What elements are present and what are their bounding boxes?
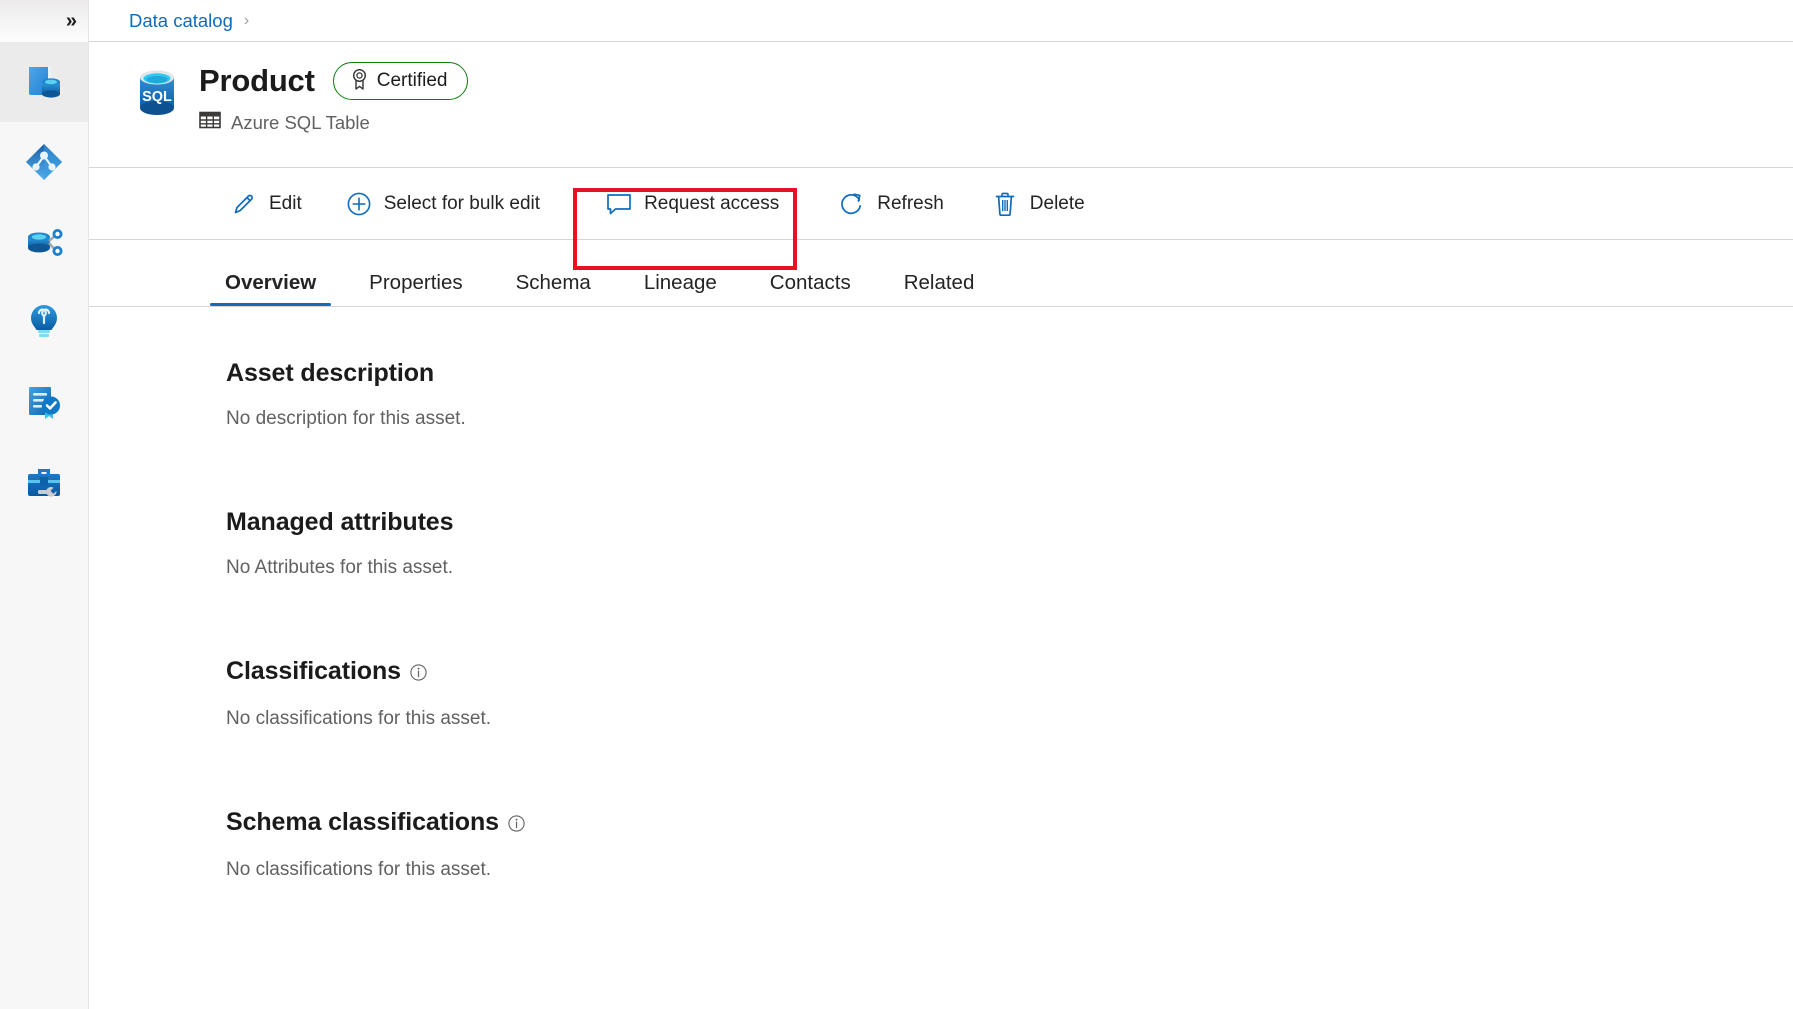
managed-attributes-title: Managed attributes xyxy=(226,508,1793,537)
toolbox-wrench-icon xyxy=(22,460,66,504)
pencil-icon xyxy=(231,191,257,217)
schema-classifications-title-label: Schema classifications xyxy=(226,808,499,837)
schema-classifications-body: No classifications for this asset. xyxy=(226,859,1793,881)
request-access-button[interactable]: Request access xyxy=(590,180,795,228)
rail-item-data-policy[interactable] xyxy=(0,282,88,362)
asset-description-title: Asset description xyxy=(226,359,1793,388)
tab-overview[interactable]: Overview xyxy=(210,273,331,307)
data-map-diamond-icon xyxy=(22,140,66,184)
certificate-document-icon xyxy=(22,380,66,424)
request-access-label: Request access xyxy=(644,193,779,215)
command-bar: Edit Select for bulk edit xyxy=(89,168,1793,240)
tab-contacts-label: Contacts xyxy=(770,271,851,294)
asset-description-body: No description for this asset. xyxy=(226,408,1793,430)
rail-item-data-catalog[interactable] xyxy=(0,42,88,122)
certified-label: Certified xyxy=(377,70,448,92)
tab-related-label: Related xyxy=(904,271,975,294)
rail-item-data-map[interactable] xyxy=(0,122,88,202)
status-badge-certified: Certified xyxy=(333,62,469,100)
rail-item-data-estate-insights[interactable] xyxy=(0,202,88,282)
asset-title-row: Product Certified xyxy=(199,62,468,100)
delete-button[interactable]: Delete xyxy=(976,180,1101,228)
tab-schema-label: Schema xyxy=(516,271,591,294)
table-grid-icon xyxy=(199,110,221,135)
database-share-icon xyxy=(22,220,66,264)
ribbon-award-icon xyxy=(350,68,369,95)
tab-overview-label: Overview xyxy=(225,271,316,294)
asset-description-title-label: Asset description xyxy=(226,359,434,388)
select-for-bulk-edit-label: Select for bulk edit xyxy=(384,193,540,215)
select-for-bulk-edit-button[interactable]: Select for bulk edit xyxy=(330,180,556,228)
asset-tabs: Overview Properties Schema Lineage Conta… xyxy=(89,240,1793,306)
comment-icon xyxy=(606,191,632,217)
lightbulb-key-icon xyxy=(22,300,66,344)
managed-attributes-title-label: Managed attributes xyxy=(226,508,453,537)
refresh-icon xyxy=(839,191,865,217)
tab-lineage-label: Lineage xyxy=(644,271,717,294)
plus-circle-icon xyxy=(346,191,372,217)
overview-content: Asset description No description for thi… xyxy=(89,307,1793,1009)
info-circle-icon[interactable] xyxy=(410,659,427,688)
breadcrumb: Data catalog › xyxy=(89,0,1793,42)
section-asset-description: Asset description No description for thi… xyxy=(89,359,1793,430)
expand-nav-icon[interactable]: » xyxy=(66,11,75,31)
edit-label: Edit xyxy=(269,193,302,215)
tab-contacts[interactable]: Contacts xyxy=(755,273,866,307)
delete-label: Delete xyxy=(1030,193,1085,215)
classifications-title: Classifications xyxy=(226,657,1793,688)
rail-header: » xyxy=(0,0,88,42)
main-panel: Data catalog › SQL xyxy=(89,0,1793,1009)
tab-properties-label: Properties xyxy=(369,271,462,294)
left-nav-rail: » xyxy=(0,0,89,1009)
edit-button[interactable]: Edit xyxy=(215,180,318,228)
tab-schema[interactable]: Schema xyxy=(501,273,606,307)
rail-item-data-sharing[interactable] xyxy=(0,362,88,442)
app-root: » xyxy=(0,0,1793,1009)
tab-lineage[interactable]: Lineage xyxy=(629,273,732,307)
svg-text:SQL: SQL xyxy=(142,89,172,105)
section-managed-attributes: Managed attributes No Attributes for thi… xyxy=(89,508,1793,579)
asset-meta: Product Certified xyxy=(199,62,468,135)
breadcrumb-item-data-catalog[interactable]: Data catalog xyxy=(129,10,233,32)
info-circle-icon[interactable] xyxy=(508,810,525,839)
classifications-title-label: Classifications xyxy=(226,657,401,686)
refresh-label: Refresh xyxy=(877,193,944,215)
chevron-right-icon: › xyxy=(244,13,249,29)
azure-sql-database-icon: SQL xyxy=(133,64,181,122)
section-classifications: Classifications No classifications for t… xyxy=(89,657,1793,730)
asset-type-row: Azure SQL Table xyxy=(199,110,468,135)
schema-classifications-title: Schema classifications xyxy=(226,808,1793,839)
rail-item-management[interactable] xyxy=(0,442,88,522)
section-schema-classifications: Schema classifications No classification… xyxy=(89,808,1793,881)
asset-type-label: Azure SQL Table xyxy=(231,112,370,134)
classifications-body: No classifications for this asset. xyxy=(226,708,1793,730)
book-database-icon xyxy=(22,60,66,104)
tab-properties[interactable]: Properties xyxy=(354,273,477,307)
managed-attributes-body: No Attributes for this asset. xyxy=(226,557,1793,579)
refresh-button[interactable]: Refresh xyxy=(823,180,960,228)
page-title: Product xyxy=(199,64,315,98)
trash-icon xyxy=(992,191,1018,217)
asset-header: SQL Product Certified xyxy=(89,42,1793,168)
tab-related[interactable]: Related xyxy=(889,273,990,307)
